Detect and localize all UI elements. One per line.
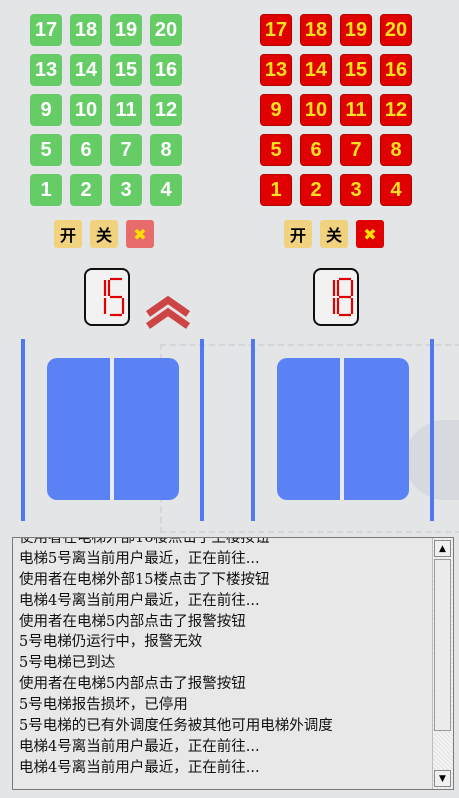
floor-button-10[interactable]: 10: [300, 94, 332, 126]
floor-button-20[interactable]: 20: [150, 14, 182, 46]
left-floor-display: [84, 268, 130, 326]
floor-button-3[interactable]: 3: [110, 174, 142, 206]
close-door-button[interactable]: 关: [90, 220, 118, 248]
floor-button-5[interactable]: 5: [260, 134, 292, 166]
log-line: 5号电梯已到达: [19, 655, 116, 672]
floor-button-1[interactable]: 1: [30, 174, 62, 206]
event-log[interactable]: 使用者在电梯外部16楼点击了上楼按钮电梯5号离当前用户最近，正在前往... 使用者…: [12, 537, 454, 790]
floor-button-7[interactable]: 7: [110, 134, 142, 166]
scroll-up-button[interactable]: ▲: [434, 540, 451, 557]
right-elevator-floor-panel: 17 18 19 20 13 14 15 16 9 10 11 12 5 6 7 8 1 2 3 4: [260, 14, 412, 206]
log-line: 使用者在电梯外部15楼点击了下楼按钮: [19, 571, 270, 588]
floor-button-11[interactable]: 11: [110, 94, 142, 126]
close-door-button[interactable]: 关: [320, 220, 348, 248]
open-door-button[interactable]: 开: [54, 220, 82, 248]
floor-button-10[interactable]: 10: [70, 94, 102, 126]
event-log-lines: 使用者在电梯外部16楼点击了上楼按钮电梯5号离当前用户最近，正在前往... 使用者…: [19, 537, 431, 779]
alarm-button[interactable]: ✖: [126, 220, 154, 248]
floor-button-5[interactable]: 5: [30, 134, 62, 166]
floor-button-1[interactable]: 1: [260, 174, 292, 206]
right-elevator-controls: 开 关 ✖: [284, 220, 384, 248]
log-line: 电梯4号离当前用户最近，正在前往...: [19, 759, 260, 776]
scroll-thumb[interactable]: [434, 559, 451, 731]
up-direction-icon: [144, 294, 192, 334]
floor-button-3[interactable]: 3: [340, 174, 372, 206]
seven-segment-digits: [332, 277, 354, 317]
floor-button-6[interactable]: 6: [70, 134, 102, 166]
log-scrollbar[interactable]: ▲ ▼: [432, 538, 453, 789]
floor-button-2[interactable]: 2: [300, 174, 332, 206]
floor-button-4[interactable]: 4: [380, 174, 412, 206]
right-elevator-doors: [277, 358, 409, 500]
left-elevator-controls: 开 关 ✖: [54, 220, 154, 248]
floor-button-20[interactable]: 20: [380, 14, 412, 46]
log-line: 使用者在电梯5内部点击了报警按钮: [19, 613, 246, 630]
left-elevator-doors: [47, 358, 179, 500]
floor-button-19[interactable]: 19: [340, 14, 372, 46]
left-shaft-rail-right: [200, 339, 204, 521]
floor-button-19[interactable]: 19: [110, 14, 142, 46]
alarm-button[interactable]: ✖: [356, 220, 384, 248]
floor-button-12[interactable]: 12: [380, 94, 412, 126]
floor-button-15[interactable]: 15: [110, 54, 142, 86]
left-elevator-floor-panel: 17 18 19 20 13 14 15 16 9 10 11 12 5 6 7 8 1 2 3 4: [30, 14, 182, 206]
floor-button-8[interactable]: 8: [380, 134, 412, 166]
floor-button-18[interactable]: 18: [300, 14, 332, 46]
floor-button-6[interactable]: 6: [300, 134, 332, 166]
floor-button-15[interactable]: 15: [340, 54, 372, 86]
door-split: [110, 358, 114, 500]
log-line: 电梯4号离当前用户最近，正在前往...: [19, 592, 260, 609]
floor-button-8[interactable]: 8: [150, 134, 182, 166]
floor-button-14[interactable]: 14: [300, 54, 332, 86]
floor-button-4[interactable]: 4: [150, 174, 182, 206]
right-shaft-rail-right: [430, 339, 434, 521]
right-shaft-rail: [251, 339, 255, 521]
log-line: 电梯4号离当前用户最近，正在前往...: [19, 738, 260, 755]
floor-button-13[interactable]: 13: [30, 54, 62, 86]
log-line: 使用者在电梯外部16楼点击了上楼按钮: [19, 537, 270, 546]
log-line: 5号电梯报告损坏，已停用: [19, 697, 188, 714]
floor-button-9[interactable]: 9: [30, 94, 62, 126]
left-shaft-rail: [21, 339, 25, 521]
door-split: [340, 358, 344, 500]
floor-button-16[interactable]: 16: [380, 54, 412, 86]
floor-button-9[interactable]: 9: [260, 94, 292, 126]
open-door-button[interactable]: 开: [284, 220, 312, 248]
floor-button-11[interactable]: 11: [340, 94, 372, 126]
floor-button-17[interactable]: 17: [30, 14, 62, 46]
floor-button-16[interactable]: 16: [150, 54, 182, 86]
right-floor-display: [313, 268, 359, 326]
floor-button-12[interactable]: 12: [150, 94, 182, 126]
floor-button-17[interactable]: 17: [260, 14, 292, 46]
seven-segment-digits: [103, 277, 125, 317]
floor-button-13[interactable]: 13: [260, 54, 292, 86]
log-line: 5号电梯仍运行中，报警无效: [19, 634, 203, 651]
floor-button-7[interactable]: 7: [340, 134, 372, 166]
log-line: 5号电梯的已有外调度任务被其他可用电梯外调度: [19, 718, 333, 735]
floor-button-2[interactable]: 2: [70, 174, 102, 206]
floor-button-18[interactable]: 18: [70, 14, 102, 46]
scroll-down-button[interactable]: ▼: [434, 770, 451, 787]
log-line: 使用者在电梯5内部点击了报警按钮: [19, 676, 246, 693]
floor-button-14[interactable]: 14: [70, 54, 102, 86]
log-line: 电梯5号离当前用户最近，正在前往...: [19, 550, 260, 567]
